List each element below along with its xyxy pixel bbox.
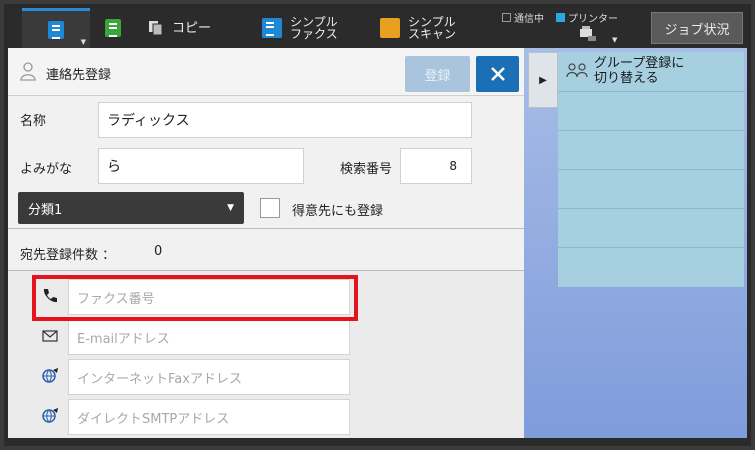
email-field[interactable]: E-mailアドレス: [68, 319, 350, 355]
printer-status-label: プリンター: [568, 14, 618, 25]
reading-label: よみがな: [20, 162, 73, 177]
panel-toggle-button[interactable]: ▶: [528, 52, 558, 108]
simple-fax-button[interactable]: シンプル ファクス: [262, 8, 362, 48]
doc-filing-button[interactable]: [98, 8, 128, 48]
panel-header: 連絡先登録 登録: [8, 48, 524, 96]
internet-fax-field[interactable]: インターネットFaxアドレス: [68, 359, 350, 395]
switch-to-group-label: グループ登録に 切り替える: [594, 56, 684, 86]
search-number-label: 検索番号: [340, 162, 393, 177]
comm-status-label: 通信中: [514, 14, 544, 25]
category-select[interactable]: 分類1 ▼: [18, 192, 244, 224]
envelope-icon: [40, 326, 60, 346]
top-bar: ▼ コピー シンプル ファクス シンプル スキャン 通信中 プリンター ▼ ジョ…: [8, 8, 747, 48]
fax-field-highlight: [32, 275, 358, 321]
close-button[interactable]: [476, 56, 519, 92]
name-label: 名称: [20, 114, 47, 129]
group-list-row[interactable]: [558, 248, 744, 287]
chevron-down-icon: ▼: [227, 203, 234, 213]
group-list-row[interactable]: [558, 170, 744, 209]
corner-arrow-icon: ▼: [80, 38, 86, 46]
group-list: グループ登録に 切り替える: [558, 52, 744, 287]
simple-scan-button[interactable]: シンプル スキャン: [380, 8, 480, 48]
simple-fax-label-2: ファクス: [290, 27, 338, 41]
address-section: ファクス番号 E-mailアドレス インターネットFaxアドレス ダイレクトSM…: [8, 271, 524, 438]
copy-label: コピー: [172, 20, 212, 36]
name-field[interactable]: ラディックス: [98, 102, 472, 138]
scan-icon: [380, 18, 400, 38]
comm-status: 通信中: [502, 10, 544, 25]
internet-fax-icon: [40, 366, 60, 386]
document-icon: [105, 19, 121, 37]
direct-smtp-field[interactable]: ダイレクトSMTPアドレス: [68, 399, 350, 435]
switch-to-group-button[interactable]: グループ登録に 切り替える: [558, 52, 744, 92]
search-number-field[interactable]: 8: [400, 148, 472, 184]
switch-line-2: 切り替える: [594, 71, 659, 86]
registered-count-label: 宛先登録件数 ：: [20, 248, 116, 263]
person-icon: [20, 62, 36, 81]
copy-button[interactable]: コピー: [148, 8, 228, 48]
printer-icon: [578, 26, 598, 42]
play-icon: ▶: [539, 74, 547, 86]
printer-status: プリンター: [556, 10, 618, 25]
favorite-checkbox[interactable]: [260, 198, 280, 218]
switch-line-1: グループ登録に: [594, 56, 685, 71]
group-list-row[interactable]: [558, 131, 744, 170]
group-panel: ▶ グループ登録に 切り替える: [524, 48, 747, 438]
job-status-button[interactable]: ジョブ状況: [651, 12, 743, 44]
group-list-row[interactable]: [558, 92, 744, 131]
page-title: 連絡先登録: [46, 68, 112, 83]
comm-indicator: [502, 13, 511, 22]
home-doc-icon: [48, 20, 64, 39]
copy-icon: [149, 21, 163, 36]
direct-smtp-icon: [40, 406, 60, 426]
register-button[interactable]: 登録: [405, 56, 470, 92]
close-icon: [490, 67, 505, 81]
reading-field[interactable]: ら: [98, 148, 304, 184]
home-button[interactable]: ▼: [22, 8, 90, 48]
printer-indicator: [556, 13, 565, 22]
favorite-label: 得意先にも登録: [292, 204, 384, 219]
group-list-row[interactable]: [558, 209, 744, 248]
group-icon: [566, 63, 588, 78]
fax-doc-icon: [262, 18, 282, 38]
registered-count-row: 宛先登録件数 ： 0: [8, 229, 524, 271]
contact-register-panel: 連絡先登録 登録 名称 ラディックス よみがな ら 検索番号 8 分類1 ▼ 得…: [8, 48, 524, 438]
registered-count-value: 0: [154, 244, 163, 259]
category-value: 分類1: [28, 202, 63, 218]
simple-scan-label-2: スキャン: [408, 27, 457, 41]
printer-dropdown-icon: ▼: [612, 36, 618, 44]
